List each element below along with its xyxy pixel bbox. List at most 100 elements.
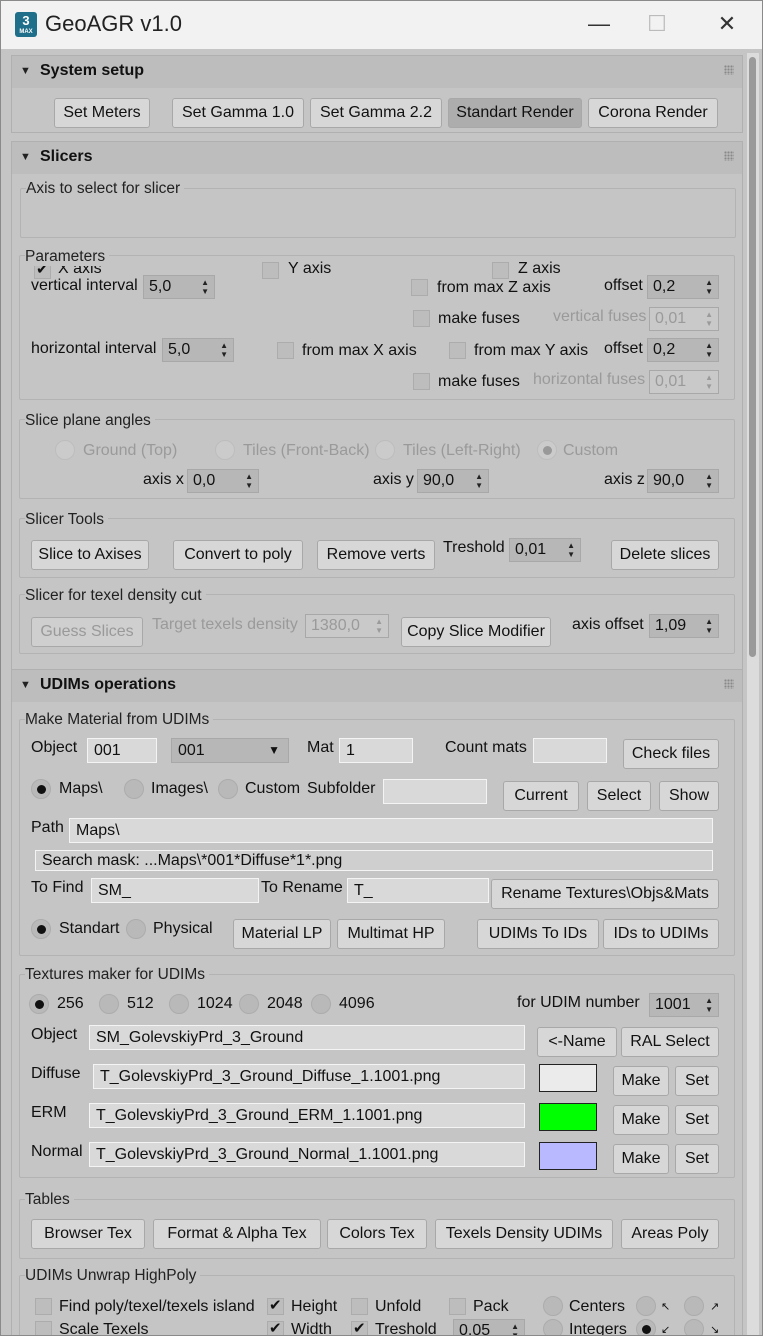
to-rename-field[interactable]: T_: [347, 878, 489, 903]
slice-to-axises-button[interactable]: Slice to Axises: [31, 540, 149, 570]
standart-radio[interactable]: [31, 919, 51, 939]
erm-color-swatch[interactable]: [539, 1103, 597, 1131]
set-gamma-1-button[interactable]: Set Gamma 1.0: [172, 98, 304, 128]
drag-grip-icon[interactable]: [724, 151, 734, 161]
colors-tex-button[interactable]: Colors Tex: [327, 1219, 427, 1249]
scale-texels-checkbox[interactable]: [35, 1321, 52, 1335]
ral-select-button[interactable]: RAL Select: [621, 1027, 719, 1057]
make-fuses-horizontal-checkbox[interactable]: [413, 373, 430, 390]
normal-set-button[interactable]: Set: [675, 1144, 719, 1174]
offset-y-spinner[interactable]: 0,2 ▲ ▼: [647, 338, 719, 362]
select-button[interactable]: Select: [587, 781, 651, 811]
spinner-arrows-icon[interactable]: ▲ ▼: [705, 310, 713, 328]
axis-offset-spinner[interactable]: 1,09 ▲ ▼: [649, 614, 719, 638]
subfolder-field[interactable]: [383, 779, 487, 804]
count-mats-field[interactable]: [533, 738, 607, 763]
tiles-left-right-radio[interactable]: [375, 440, 395, 460]
unfold-checkbox[interactable]: [351, 1298, 368, 1315]
size-1024-radio[interactable]: [169, 994, 189, 1014]
copy-slice-modifier-button[interactable]: Copy Slice Modifier: [401, 617, 551, 647]
erm-make-button[interactable]: Make: [613, 1105, 669, 1135]
normal-field[interactable]: T_GolevskiyPrd_3_Ground_Normal_1.1001.pn…: [89, 1142, 525, 1167]
vertical-fuses-spinner[interactable]: 0,01 ▲ ▼: [649, 307, 719, 331]
from-max-y-checkbox[interactable]: [449, 342, 466, 359]
normal-color-swatch[interactable]: [539, 1142, 597, 1170]
drag-grip-icon[interactable]: [724, 65, 734, 75]
horizontal-fuses-spinner[interactable]: 0,01 ▲ ▼: [649, 370, 719, 394]
spinner-arrows-icon[interactable]: ▲ ▼: [475, 472, 483, 490]
diffuse-color-swatch[interactable]: [539, 1064, 597, 1092]
object-dropdown[interactable]: 001 ▼: [171, 738, 289, 763]
size-512-radio[interactable]: [99, 994, 119, 1014]
spinner-arrows-icon[interactable]: ▲ ▼: [705, 341, 713, 359]
tex-object-field[interactable]: SM_GolevskiyPrd_3_Ground: [89, 1025, 525, 1050]
align-ne-radio[interactable]: [684, 1296, 704, 1316]
corona-render-button[interactable]: Corona Render: [588, 98, 718, 128]
current-button[interactable]: Current: [503, 781, 579, 811]
width-checkbox[interactable]: [267, 1319, 284, 1335]
spinner-arrows-icon[interactable]: ▲ ▼: [511, 1322, 519, 1335]
images-radio[interactable]: [124, 779, 144, 799]
pack-checkbox[interactable]: [449, 1298, 466, 1315]
remove-verts-button[interactable]: Remove verts: [317, 540, 435, 570]
spinner-arrows-icon[interactable]: ▲ ▼: [705, 373, 713, 391]
rollout-header[interactable]: ▼ UDIMs operations: [12, 670, 742, 702]
centers-radio[interactable]: [543, 1296, 563, 1316]
spinner-arrows-icon[interactable]: ▲ ▼: [375, 617, 383, 635]
maps-radio[interactable]: [31, 779, 51, 799]
spinner-arrows-icon[interactable]: ▲ ▼: [705, 278, 713, 296]
rollout-header[interactable]: ▼ Slicers: [12, 142, 742, 174]
to-find-field[interactable]: SM_: [91, 878, 259, 903]
rollout-header[interactable]: ▼ System setup: [12, 56, 742, 88]
make-fuses-vertical-checkbox[interactable]: [413, 310, 430, 327]
format-alpha-tex-button[interactable]: Format & Alpha Tex: [153, 1219, 321, 1249]
spinner-arrows-icon[interactable]: ▲ ▼: [705, 472, 713, 490]
treshold-checkbox[interactable]: [351, 1319, 368, 1335]
texels-density-udims-button[interactable]: Texels Density UDIMs: [435, 1219, 613, 1249]
target-texels-density-spinner[interactable]: 1380,0 ▲ ▼: [305, 614, 389, 638]
spinner-arrows-icon[interactable]: ▲ ▼: [245, 472, 253, 490]
erm-field[interactable]: T_GolevskiyPrd_3_Ground_ERM_1.1001.png: [89, 1103, 525, 1128]
size-4096-radio[interactable]: [311, 994, 331, 1014]
mat-field[interactable]: 1: [339, 738, 413, 763]
treshold-spinner[interactable]: 0,01 ▲ ▼: [509, 538, 581, 562]
name-button[interactable]: <-Name: [537, 1027, 617, 1057]
axis-y-spinner[interactable]: 90,0 ▲ ▼: [417, 469, 489, 493]
close-button[interactable]: ✕: [705, 9, 749, 41]
diffuse-set-button[interactable]: Set: [675, 1066, 719, 1096]
udims-to-ids-button[interactable]: UDIMs To IDs: [477, 919, 599, 949]
height-checkbox[interactable]: [267, 1296, 284, 1315]
set-gamma-2-button[interactable]: Set Gamma 2.2: [310, 98, 442, 128]
vertical-scrollbar[interactable]: [747, 53, 759, 1335]
axis-x-spinner[interactable]: 0,0 ▲ ▼: [187, 469, 259, 493]
vertical-interval-spinner[interactable]: 5,0 ▲ ▼: [143, 275, 215, 299]
minimize-button[interactable]: —: [577, 9, 621, 41]
spinner-arrows-icon[interactable]: ▲ ▼: [220, 341, 228, 359]
guess-slices-button[interactable]: Guess Slices: [31, 617, 143, 647]
align-nw-radio[interactable]: [636, 1296, 656, 1316]
browser-tex-button[interactable]: Browser Tex: [31, 1219, 145, 1249]
diffuse-field[interactable]: T_GolevskiyPrd_3_Ground_Diffuse_1.1001.p…: [93, 1064, 525, 1089]
horizontal-interval-spinner[interactable]: 5,0 ▲ ▼: [162, 338, 234, 362]
size-2048-radio[interactable]: [239, 994, 259, 1014]
custom-angle-radio[interactable]: [537, 440, 557, 460]
ground-top-radio[interactable]: [55, 440, 75, 460]
spinner-arrows-icon[interactable]: ▲ ▼: [567, 541, 575, 559]
align-se-radio[interactable]: [684, 1319, 704, 1335]
convert-to-poly-button[interactable]: Convert to poly: [173, 540, 303, 570]
normal-make-button[interactable]: Make: [613, 1144, 669, 1174]
spinner-arrows-icon[interactable]: ▲ ▼: [201, 278, 209, 296]
show-button[interactable]: Show: [659, 781, 719, 811]
from-max-z-checkbox[interactable]: [411, 279, 428, 296]
delete-slices-button[interactable]: Delete slices: [611, 540, 719, 570]
standart-render-button[interactable]: Standart Render: [448, 98, 582, 128]
tiles-front-back-radio[interactable]: [215, 440, 235, 460]
areas-poly-button[interactable]: Areas Poly: [621, 1219, 719, 1249]
multimat-hp-button[interactable]: Multimat HP: [337, 919, 445, 949]
find-poly-checkbox[interactable]: [35, 1298, 52, 1315]
scrollbar-thumb[interactable]: [749, 57, 756, 657]
from-max-x-checkbox[interactable]: [277, 342, 294, 359]
material-lp-button[interactable]: Material LP: [233, 919, 331, 949]
axis-z-spinner[interactable]: 90,0 ▲ ▼: [647, 469, 719, 493]
integers-radio[interactable]: [543, 1319, 563, 1335]
